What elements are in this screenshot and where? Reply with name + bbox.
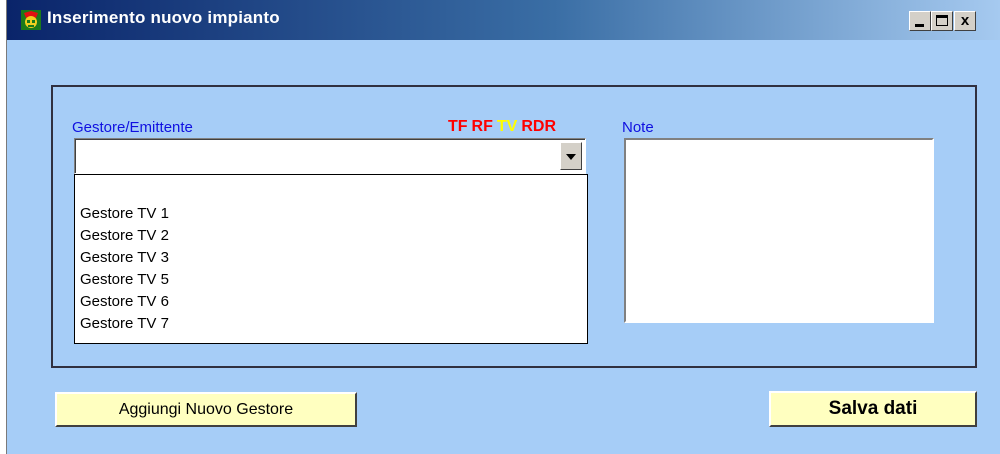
chevron-down-icon (566, 154, 576, 160)
list-item-gestore-tv-6[interactable]: Gestore TV 6 (80, 291, 169, 313)
note-label: Note (622, 119, 654, 136)
gestore-label: Gestore/Emittente (72, 119, 193, 136)
note-textarea[interactable] (624, 138, 934, 323)
flag-rf: RF (471, 118, 493, 135)
minimize-button[interactable] (909, 11, 931, 31)
list-item-gestore-tv-7[interactable]: Gestore TV 7 (80, 313, 169, 335)
service-flags: TF RF TV RDR (448, 118, 560, 136)
maximize-icon (936, 15, 948, 26)
list-item-gestore-tv-3[interactable]: Gestore TV 3 (80, 247, 169, 269)
gestore-dropdown-button[interactable] (560, 142, 582, 170)
minimize-icon (915, 24, 924, 27)
window-title: Inserimento nuovo impianto (47, 8, 280, 27)
list-item-gestore-tv-5[interactable]: Gestore TV 5 (80, 269, 169, 291)
gestore-combobox[interactable] (74, 138, 586, 174)
maximize-button[interactable] (931, 11, 953, 31)
gestore-listbox[interactable]: Gestore TV 1 Gestore TV 2 Gestore TV 3 G… (74, 174, 588, 344)
add-gestore-button[interactable]: Aggiungi Nuovo Gestore (55, 392, 357, 427)
app-window: Inserimento nuovo impianto x Gestore/Emi… (6, 0, 1000, 454)
flag-tf: TF (448, 118, 468, 135)
flag-tv: TV (496, 118, 518, 135)
close-icon: x (960, 12, 970, 29)
list-item-gestore-tv-1[interactable]: Gestore TV 1 (80, 203, 169, 225)
save-button[interactable]: Salva dati (769, 391, 977, 427)
close-button[interactable]: x (954, 11, 976, 31)
app-icon (21, 10, 41, 30)
flag-rdr: RDR (521, 118, 556, 135)
list-item-gestore-tv-2[interactable]: Gestore TV 2 (80, 225, 169, 247)
title-bar[interactable]: Inserimento nuovo impianto x (7, 0, 1000, 40)
